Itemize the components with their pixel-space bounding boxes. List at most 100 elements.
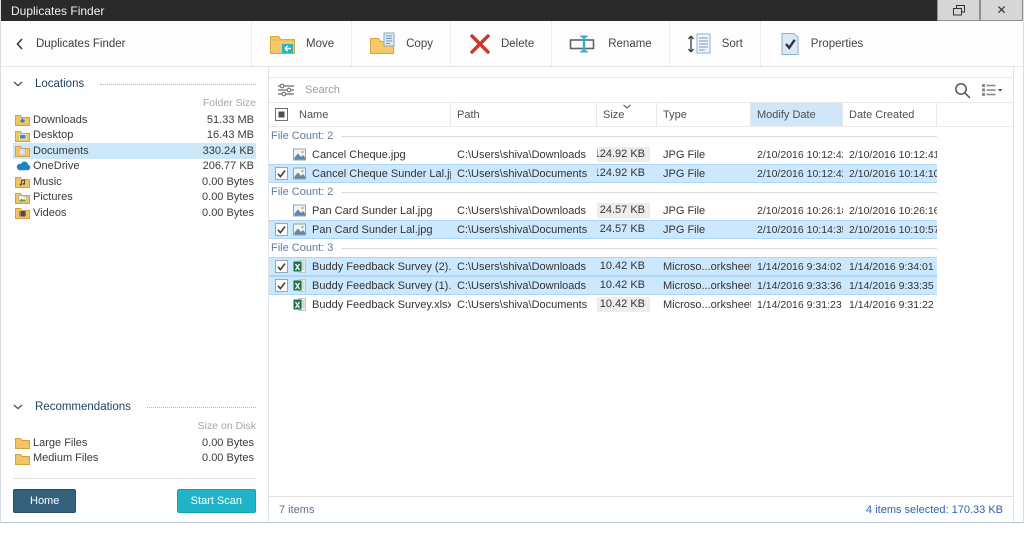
sidebar-item-size: 330.24 KB	[203, 145, 254, 157]
file-name-cell: Pan Card Sunder Lal.jpg	[293, 221, 451, 238]
sidebar-item-desktop[interactable]: Desktop16.43 MB	[13, 128, 256, 144]
window-controls: ✕	[937, 0, 1023, 21]
recommendations-section-header[interactable]: Recommendations	[13, 401, 256, 413]
file-type-cell: JPG File	[657, 201, 751, 220]
locations-section-header[interactable]: Locations	[13, 78, 256, 90]
checkbox-checked-icon	[275, 260, 288, 273]
table-row[interactable]: Pan Card Sunder Lal.jpgC:\Users\shiva\Do…	[269, 220, 937, 239]
sidebar-item-size: 0.00 Bytes	[202, 191, 254, 203]
chevron-down-icon	[13, 404, 23, 410]
checkbox-checked-icon	[275, 223, 288, 236]
file-size: 10.42 KB	[597, 278, 650, 293]
date-created: 2/10/2016 10:14:10	[849, 168, 937, 180]
sidebar-item-downloads[interactable]: Downloads51.33 MB	[13, 112, 256, 128]
row-checkbox[interactable]	[269, 221, 293, 238]
select-all-checkbox-icon	[275, 108, 288, 121]
row-checkbox[interactable]	[269, 201, 293, 220]
row-checkbox[interactable]	[269, 277, 293, 294]
file-name-cell: Pan Card Sunder Lal.jpg	[293, 201, 451, 220]
chevron-down-icon	[13, 81, 23, 87]
search-input[interactable]	[305, 84, 944, 96]
toolbar-move-button[interactable]: Move	[252, 21, 352, 66]
image-file-icon	[293, 223, 306, 236]
date-created-cell: 2/10/2016 10:26:16	[843, 201, 937, 220]
column-header-name[interactable]: Name	[293, 103, 451, 126]
date-created: 2/10/2016 10:10:57	[849, 224, 937, 236]
file-type-cell: JPG File	[657, 145, 751, 164]
toolbar-sort-button[interactable]: Sort	[670, 21, 761, 66]
sidebar-footer: Home Start Scan	[13, 489, 256, 513]
table-row[interactable]: Pan Card Sunder Lal.jpgC:\Users\shiva\Do…	[269, 201, 937, 220]
column-header-label: Name	[299, 109, 328, 121]
file-size: 124.92 KB	[597, 166, 650, 181]
sidebar-item-music[interactable]: Music0.00 Bytes	[13, 174, 256, 190]
folder-size-column-label: Folder Size	[13, 97, 256, 109]
column-header-type[interactable]: Type	[657, 103, 751, 126]
select-all-checkbox[interactable]	[269, 103, 293, 126]
sidebar-item-documents[interactable]: Documents330.24 KB	[13, 143, 256, 159]
close-icon: ✕	[996, 4, 1006, 16]
table-body: File Count: 2Cancel Cheque.jpgC:\Users\s…	[269, 127, 1013, 314]
toolbar-copy-button[interactable]: Copy	[352, 21, 451, 66]
sidebar-item-label: OneDrive	[33, 160, 203, 172]
column-header-date-created[interactable]: Date Created	[843, 103, 937, 126]
file-size-cell: 124.92 KB	[597, 165, 657, 182]
sidebar-item-label: Downloads	[33, 114, 207, 126]
start-scan-button[interactable]: Start Scan	[177, 489, 256, 513]
sidebar-item-videos[interactable]: Videos0.00 Bytes	[13, 205, 256, 221]
filter-icon[interactable]	[277, 83, 295, 97]
toolbar-properties-button[interactable]: Properties	[761, 21, 880, 66]
date-created: 1/14/2016 9:33:35	[849, 280, 934, 292]
row-checkbox[interactable]	[269, 165, 293, 182]
size-on-disk-column-label: Size on Disk	[13, 420, 256, 432]
excel-file-icon	[293, 298, 306, 311]
modify-date: 2/10/2016 10:14:35	[757, 224, 843, 236]
group-header: File Count: 2	[269, 127, 937, 145]
toolbar-rename-button[interactable]: Rename	[552, 21, 669, 66]
modify-date-cell: 1/14/2016 9:34:02	[751, 258, 843, 275]
toolbar-delete-button[interactable]: Delete	[451, 21, 552, 66]
file-type: Microso...orksheet	[663, 280, 751, 292]
move-icon	[269, 32, 297, 56]
file-path-cell: C:\Users\shiva\Documents	[451, 165, 597, 182]
file-path-cell: C:\Users\shiva\Documents	[451, 295, 597, 314]
sidebar-item-size: 51.33 MB	[207, 114, 254, 126]
table-row[interactable]: Cancel Cheque Sunder Lal.jpgC:\Users\shi…	[269, 164, 937, 183]
table-row[interactable]: Buddy Feedback Survey (1).xlsxC:\Users\s…	[269, 276, 937, 295]
group-header-label: File Count: 2	[271, 186, 333, 198]
locations-list: Downloads51.33 MBDesktop16.43 MBDocument…	[13, 112, 256, 221]
column-header-size[interactable]: Size	[597, 103, 657, 126]
home-button[interactable]: Home	[13, 489, 76, 513]
file-name: Pan Card Sunder Lal.jpg	[312, 224, 432, 236]
sort-indicator-icon	[622, 104, 631, 109]
file-path-cell: C:\Users\shiva\Downloads	[451, 201, 597, 220]
table-row[interactable]: Buddy Feedback Survey.xlsxC:\Users\shiva…	[269, 295, 937, 314]
properties-icon	[778, 32, 802, 56]
file-name: Buddy Feedback Survey (2).xlsx	[312, 261, 451, 273]
sidebar-item-onedrive[interactable]: OneDrive206.77 KB	[13, 159, 256, 175]
column-header-path[interactable]: Path	[451, 103, 597, 126]
column-header-modify-date[interactable]: Modify Date	[751, 103, 843, 126]
delete-icon	[468, 32, 492, 56]
row-checkbox[interactable]	[269, 295, 293, 314]
row-checkbox[interactable]	[269, 258, 293, 275]
close-button[interactable]: ✕	[980, 0, 1023, 21]
recommendations-label: Recommendations	[35, 401, 131, 413]
group-header-line	[341, 136, 937, 137]
modify-date: 1/14/2016 9:31:23	[757, 299, 842, 311]
search-icon[interactable]	[954, 82, 971, 99]
row-checkbox[interactable]	[269, 145, 293, 164]
sidebar-item-pictures[interactable]: Pictures0.00 Bytes	[13, 190, 256, 206]
content-area: Locations Folder Size Downloads51.33 MBD…	[1, 67, 1023, 522]
sort-label: Sort	[722, 38, 743, 50]
sidebar-item-large-files[interactable]: Large Files0.00 Bytes	[13, 435, 256, 451]
view-options-icon[interactable]	[981, 83, 1003, 97]
restore-button[interactable]	[937, 0, 980, 21]
sidebar-item-medium-files[interactable]: Medium Files0.00 Bytes	[13, 451, 256, 467]
column-header-label: Type	[663, 109, 687, 121]
table-row[interactable]: Buddy Feedback Survey (2).xlsxC:\Users\s…	[269, 257, 937, 276]
back-button[interactable]: Duplicates Finder	[1, 38, 251, 50]
locations-label: Locations	[35, 78, 84, 90]
table-row[interactable]: Cancel Cheque.jpgC:\Users\shiva\Download…	[269, 145, 937, 164]
sidebar-item-label: Videos	[33, 207, 202, 219]
